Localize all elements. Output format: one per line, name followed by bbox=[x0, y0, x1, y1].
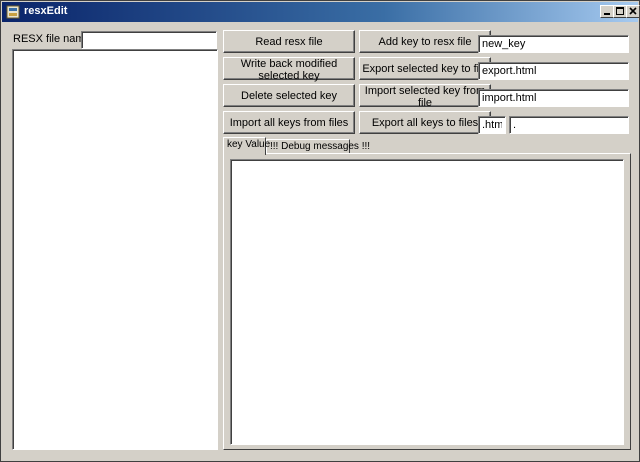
title-bar[interactable]: resxEdit bbox=[2, 2, 640, 22]
key-value-textarea[interactable] bbox=[230, 159, 624, 445]
write-back-button[interactable]: Write back modified selected key bbox=[223, 57, 355, 82]
tab-debug-messages[interactable]: !!! Debug messages !!! bbox=[266, 139, 370, 154]
separator-input[interactable] bbox=[509, 116, 629, 134]
maximize-button[interactable] bbox=[613, 5, 627, 18]
delete-selected-button[interactable]: Delete selected key bbox=[223, 84, 355, 107]
extension-input[interactable] bbox=[478, 116, 506, 134]
minimize-button[interactable] bbox=[600, 5, 614, 18]
resx-file-name-input[interactable] bbox=[81, 31, 217, 49]
window-title: resxEdit bbox=[24, 5, 68, 17]
minimize-icon bbox=[604, 13, 610, 15]
close-icon bbox=[629, 7, 637, 15]
maximize-icon bbox=[616, 7, 624, 15]
add-key-button[interactable]: Add key to resx file bbox=[359, 30, 491, 53]
new-key-input[interactable] bbox=[478, 35, 629, 53]
keys-list[interactable] bbox=[12, 49, 218, 450]
export-selected-button[interactable]: Export selected key to file bbox=[359, 57, 491, 80]
main-window: resxEdit RESX file name Read resx file W… bbox=[0, 0, 640, 462]
import-file-input[interactable] bbox=[478, 89, 629, 107]
tab-panel bbox=[223, 153, 631, 450]
export-all-button[interactable]: Export all keys to files bbox=[359, 111, 491, 134]
app-icon bbox=[6, 5, 20, 19]
close-button[interactable] bbox=[626, 5, 640, 18]
import-selected-button[interactable]: Import selected key from file bbox=[359, 84, 491, 109]
tab-key-value[interactable]: key Value bbox=[223, 137, 270, 155]
read-resx-button[interactable]: Read resx file bbox=[223, 30, 355, 53]
export-file-input[interactable] bbox=[478, 62, 629, 80]
import-all-button[interactable]: Import all keys from files bbox=[223, 111, 355, 134]
resx-file-label: RESX file name bbox=[13, 33, 91, 45]
